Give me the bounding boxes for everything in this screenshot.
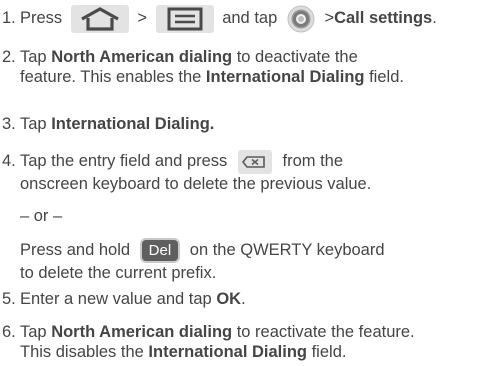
step-number: 4. [2, 152, 16, 170]
text-press: Press [20, 9, 63, 27]
text: feature. This enables the [20, 68, 206, 86]
or-separator: – or – [20, 207, 63, 225]
text: to delete the current prefix. [20, 264, 217, 283]
settings-gear-icon [286, 4, 316, 34]
step-number: 1. [2, 9, 16, 27]
text: field. [364, 68, 404, 86]
ok-label: OK [216, 290, 242, 308]
text: from the [282, 152, 344, 170]
text: field. [307, 343, 347, 361]
menu-key-icon [155, 4, 214, 33]
separator: > [324, 9, 335, 27]
text: to reactivate the feature. [232, 323, 415, 341]
step-text: Tap North American dialing to reactivate… [20, 322, 415, 362]
text: on the QWERTY keyboard [189, 241, 385, 259]
north-american-dialing-label: North American dialing [51, 323, 233, 341]
text: Tap [20, 115, 52, 133]
backspace-key-icon [237, 149, 272, 174]
separator: > [137, 9, 148, 27]
del-key-icon: Del [139, 238, 181, 264]
text: This disables the [20, 343, 149, 361]
call-settings-label: Call settings [334, 9, 433, 27]
step-text: Tap International Dialing. [20, 114, 214, 134]
step-text: Enter a new value and tap OK. [20, 289, 246, 309]
step-text: Tap North American dialing to deactivate… [20, 47, 404, 87]
text: Press and hold [20, 241, 131, 259]
north-american-dialing-label: North American dialing [51, 48, 233, 66]
text: Enter a new value and tap [20, 290, 217, 308]
home-key-icon [70, 4, 129, 33]
period: . [241, 290, 246, 308]
text: Tap [20, 323, 52, 341]
step-number: 2. [2, 48, 16, 66]
international-dialing-label: International Dialing. [51, 115, 215, 133]
international-dialing-label: International Dialing [205, 68, 365, 86]
text: to deactivate the [232, 48, 358, 66]
step-text: Press > and tap >Call settings. [20, 3, 437, 34]
text-and-tap: and tap [222, 9, 278, 27]
step-number: 3. [2, 115, 16, 133]
international-dialing-label: International Dialing [148, 343, 308, 361]
step-number: 6. [2, 323, 16, 341]
step-number: 5. [2, 290, 16, 308]
period: . [432, 9, 437, 27]
text: Tap the entry field and press [20, 152, 228, 170]
step-text: Tap the entry field and press from the o… [20, 148, 385, 283]
text: onscreen keyboard to delete the previous… [20, 175, 372, 193]
text: Tap [20, 48, 52, 66]
